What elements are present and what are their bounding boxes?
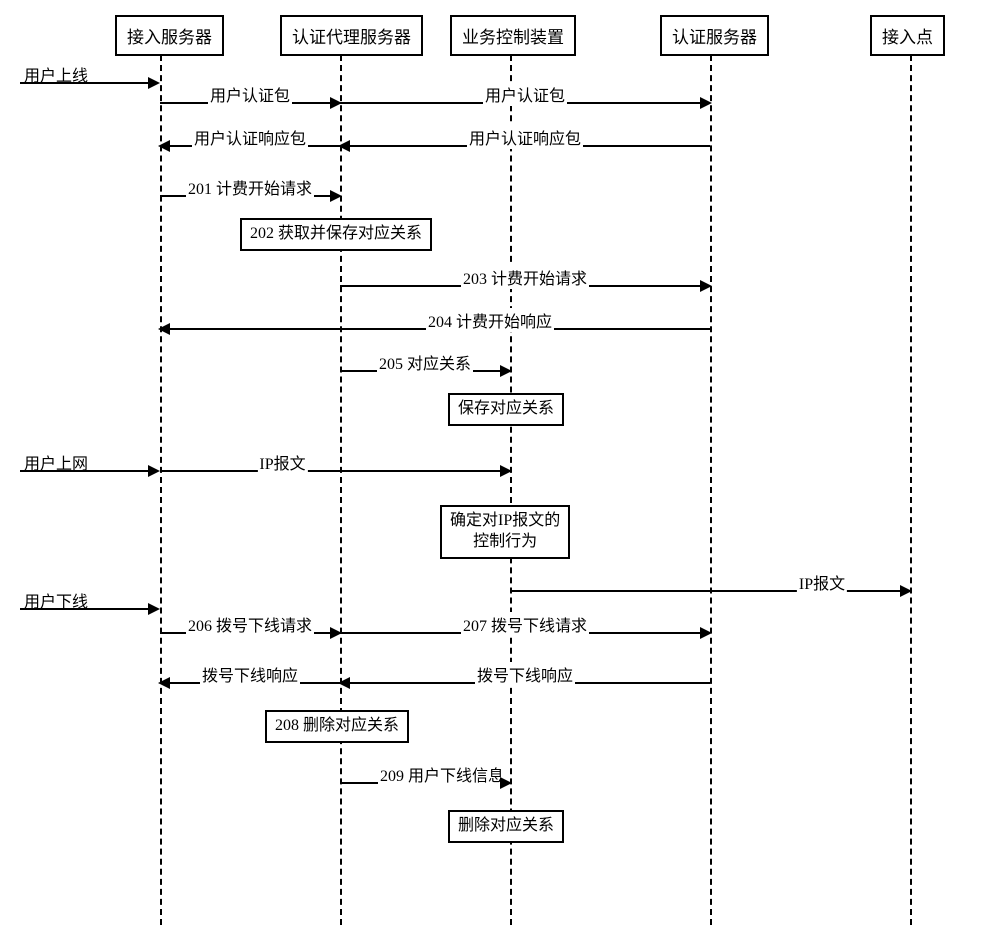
msg-billing-start-resp-204: 204 计费开始响应 xyxy=(160,328,710,330)
arrow-head-icon xyxy=(900,585,912,597)
msg-billing-start-req-203: 203 计费开始请求 xyxy=(340,285,710,287)
action-label: 208 删除对应关系 xyxy=(275,717,399,734)
message-label: 209 用户下线信息 xyxy=(378,762,506,786)
msg-user-auth-resp-1: 用户认证响应包 xyxy=(160,145,340,147)
msg-user-auth-resp-2: 用户认证响应包 xyxy=(340,145,710,147)
action-label: 删除对应关系 xyxy=(458,817,554,834)
action-label: 202 获取并保存对应关系 xyxy=(250,225,422,242)
message-label: 201 计费开始请求 xyxy=(186,175,314,199)
entry-user-offline: 用户下线 xyxy=(20,608,158,610)
message-label: 206 拨号下线请求 xyxy=(186,612,314,636)
arrow-head-icon xyxy=(700,280,712,292)
message-label: 用户认证包 xyxy=(208,82,292,106)
entry-user-surf: 用户上网 xyxy=(20,470,158,472)
participant-access-point: 接入点 xyxy=(870,15,945,56)
participant-label: 认证代理服务器 xyxy=(292,28,411,47)
sequence-diagram: 接入服务器 认证代理服务器 业务控制装置 认证服务器 接入点 用户上线 用户认证… xyxy=(10,10,990,930)
msg-user-auth-pkt-2: 用户认证包 xyxy=(340,102,710,104)
arrow-head-icon xyxy=(330,190,342,202)
arrow-head-icon xyxy=(148,603,160,615)
message-label: IP报文 xyxy=(797,570,847,594)
msg-dial-offline-req-207: 207 拨号下线请求 xyxy=(340,632,710,634)
message-label: 203 计费开始请求 xyxy=(461,265,589,289)
message-label: 用户认证响应包 xyxy=(467,125,583,149)
msg-user-auth-pkt-1: 用户认证包 xyxy=(160,102,340,104)
message-label: 205 对应关系 xyxy=(377,350,473,374)
arrow-head-icon xyxy=(158,323,170,335)
msg-user-offline-info-209: 209 用户下线信息 xyxy=(340,782,510,784)
msg-dial-offline-resp-1: 拨号下线响应 xyxy=(160,682,340,684)
lifeline-biz-control xyxy=(510,55,512,925)
message-label: 拨号下线响应 xyxy=(475,662,575,686)
msg-ip-packet-2: IP报文 xyxy=(510,590,910,592)
arrow-head-icon xyxy=(500,465,512,477)
arrow-head-icon xyxy=(500,365,512,377)
arrow-head-icon xyxy=(500,777,512,789)
action-save-mapping: 保存对应关系 xyxy=(448,393,564,426)
participant-label: 接入点 xyxy=(882,28,933,47)
arrow-head-icon xyxy=(158,677,170,689)
participant-label: 接入服务器 xyxy=(127,28,212,47)
entry-label: 用户下线 xyxy=(24,588,88,612)
participant-label: 认证服务器 xyxy=(672,28,757,47)
msg-dial-offline-req-206: 206 拨号下线请求 xyxy=(160,632,340,634)
participant-biz-control: 业务控制装置 xyxy=(450,15,576,56)
action-delete-mapping: 删除对应关系 xyxy=(448,810,564,843)
participant-label: 业务控制装置 xyxy=(462,28,564,47)
message-label: 拨号下线响应 xyxy=(200,662,300,686)
lifeline-auth-proxy xyxy=(340,55,342,925)
message-label: 204 计费开始响应 xyxy=(426,308,554,332)
arrow-head-icon xyxy=(700,97,712,109)
msg-mapping-205: 205 对应关系 xyxy=(340,370,510,372)
msg-billing-start-req-201: 201 计费开始请求 xyxy=(160,195,340,197)
arrow-head-icon xyxy=(700,627,712,639)
message-label: 207 拨号下线请求 xyxy=(461,612,589,636)
action-determine-ip-control: 确定对IP报文的 控制行为 xyxy=(440,505,570,559)
participant-access-server: 接入服务器 xyxy=(115,15,224,56)
message-label: 用户认证包 xyxy=(483,82,567,106)
action-label: 保存对应关系 xyxy=(458,400,554,417)
msg-ip-packet-1: IP报文 xyxy=(160,470,510,472)
entry-user-online: 用户上线 xyxy=(20,82,158,84)
arrow-head-icon xyxy=(148,77,160,89)
arrow-head-icon xyxy=(158,140,170,152)
entry-label: 用户上线 xyxy=(24,62,88,86)
action-delete-mapping-208: 208 删除对应关系 xyxy=(265,710,409,743)
action-label: 确定对IP报文的 控制行为 xyxy=(450,512,560,550)
lifeline-access-point xyxy=(910,55,912,925)
msg-dial-offline-resp-2: 拨号下线响应 xyxy=(340,682,710,684)
participant-auth-proxy: 认证代理服务器 xyxy=(280,15,423,56)
arrow-head-icon xyxy=(148,465,160,477)
lifeline-access-server xyxy=(160,55,162,925)
action-get-save-mapping-202: 202 获取并保存对应关系 xyxy=(240,218,432,251)
entry-label: 用户上网 xyxy=(24,450,88,474)
participant-auth-server: 认证服务器 xyxy=(660,15,769,56)
message-label: 用户认证响应包 xyxy=(192,125,308,149)
message-label: IP报文 xyxy=(257,450,307,474)
lifeline-auth-server xyxy=(710,55,712,925)
